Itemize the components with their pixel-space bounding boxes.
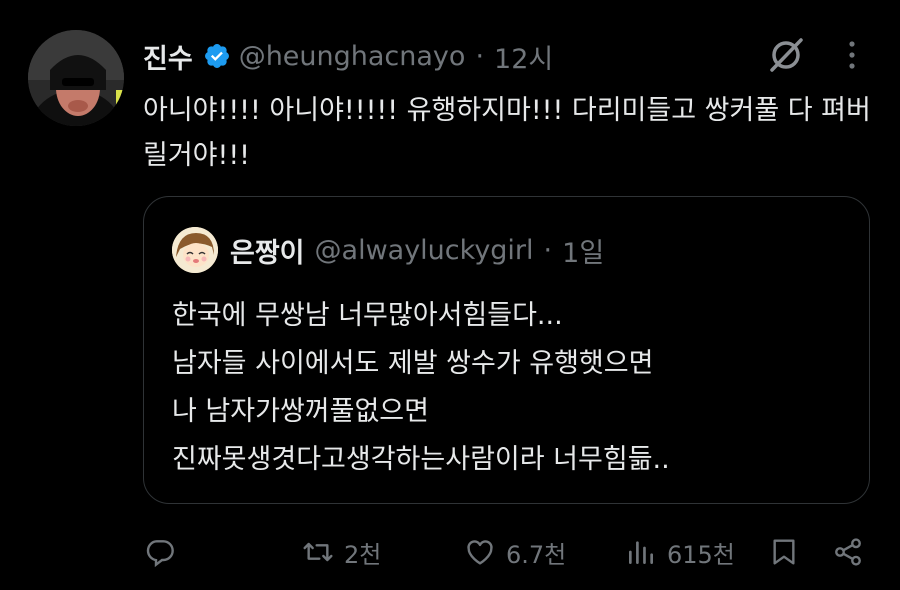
tweet-text: 아니야!!!! 아니야!!!!! 유행하지마!!! 다리미들고 쌍커풀 다 펴버… [143, 95, 871, 171]
like-count: 6.7천 [506, 540, 567, 569]
retweet-count: 2천 [344, 540, 382, 569]
author-avatar[interactable] [28, 30, 124, 126]
grok-icon[interactable] [765, 34, 807, 76]
views-count: 615천 [667, 540, 735, 569]
action-bar: 2천 6.7천 615천 [0, 528, 900, 576]
tweet-header: 진수 @heunghacnayo · 12시 [143, 36, 553, 76]
quoted-tweet-text: 한국에 무쌍남 너무많아서힘들다... 남자들 사이에서도 제발 쌍수가 유행햇… [172, 300, 670, 475]
quoted-author-name[interactable]: 은짱이 [230, 231, 305, 270]
quoted-tweet-header: 은짱이 @alwayluckygirl · 1일 [230, 227, 604, 273]
quoted-tweet-time[interactable]: 1일 [562, 231, 604, 270]
like-button[interactable]: 6.7천 [464, 528, 566, 576]
share-button[interactable] [832, 528, 864, 576]
author-name[interactable]: 진수 [143, 37, 193, 76]
quoted-author-handle[interactable]: @alwayluckygirl [315, 235, 534, 266]
quoted-author-avatar[interactable] [172, 227, 218, 273]
views-icon [629, 541, 653, 564]
retweet-icon [303, 542, 333, 562]
views-button[interactable]: 615천 [625, 528, 735, 576]
like-icon [467, 540, 493, 565]
author-handle[interactable]: @heunghacnayo [239, 41, 466, 72]
retweet-button[interactable]: 2천 [302, 528, 381, 576]
separator-dot: · [543, 234, 553, 266]
tweet-time[interactable]: 12시 [494, 37, 553, 76]
more-icon[interactable] [842, 38, 862, 72]
separator-dot: · [475, 40, 485, 72]
reply-button[interactable] [144, 528, 186, 576]
bookmark-button[interactable] [768, 528, 800, 576]
verified-badge-icon [203, 42, 231, 70]
reply-icon [146, 540, 174, 568]
share-icon [835, 538, 861, 566]
quoted-tweet[interactable]: 은짱이 @alwayluckygirl · 1일 한국에 무쌍남 너무많아서힘들… [143, 196, 870, 504]
bookmark-icon [773, 539, 795, 565]
